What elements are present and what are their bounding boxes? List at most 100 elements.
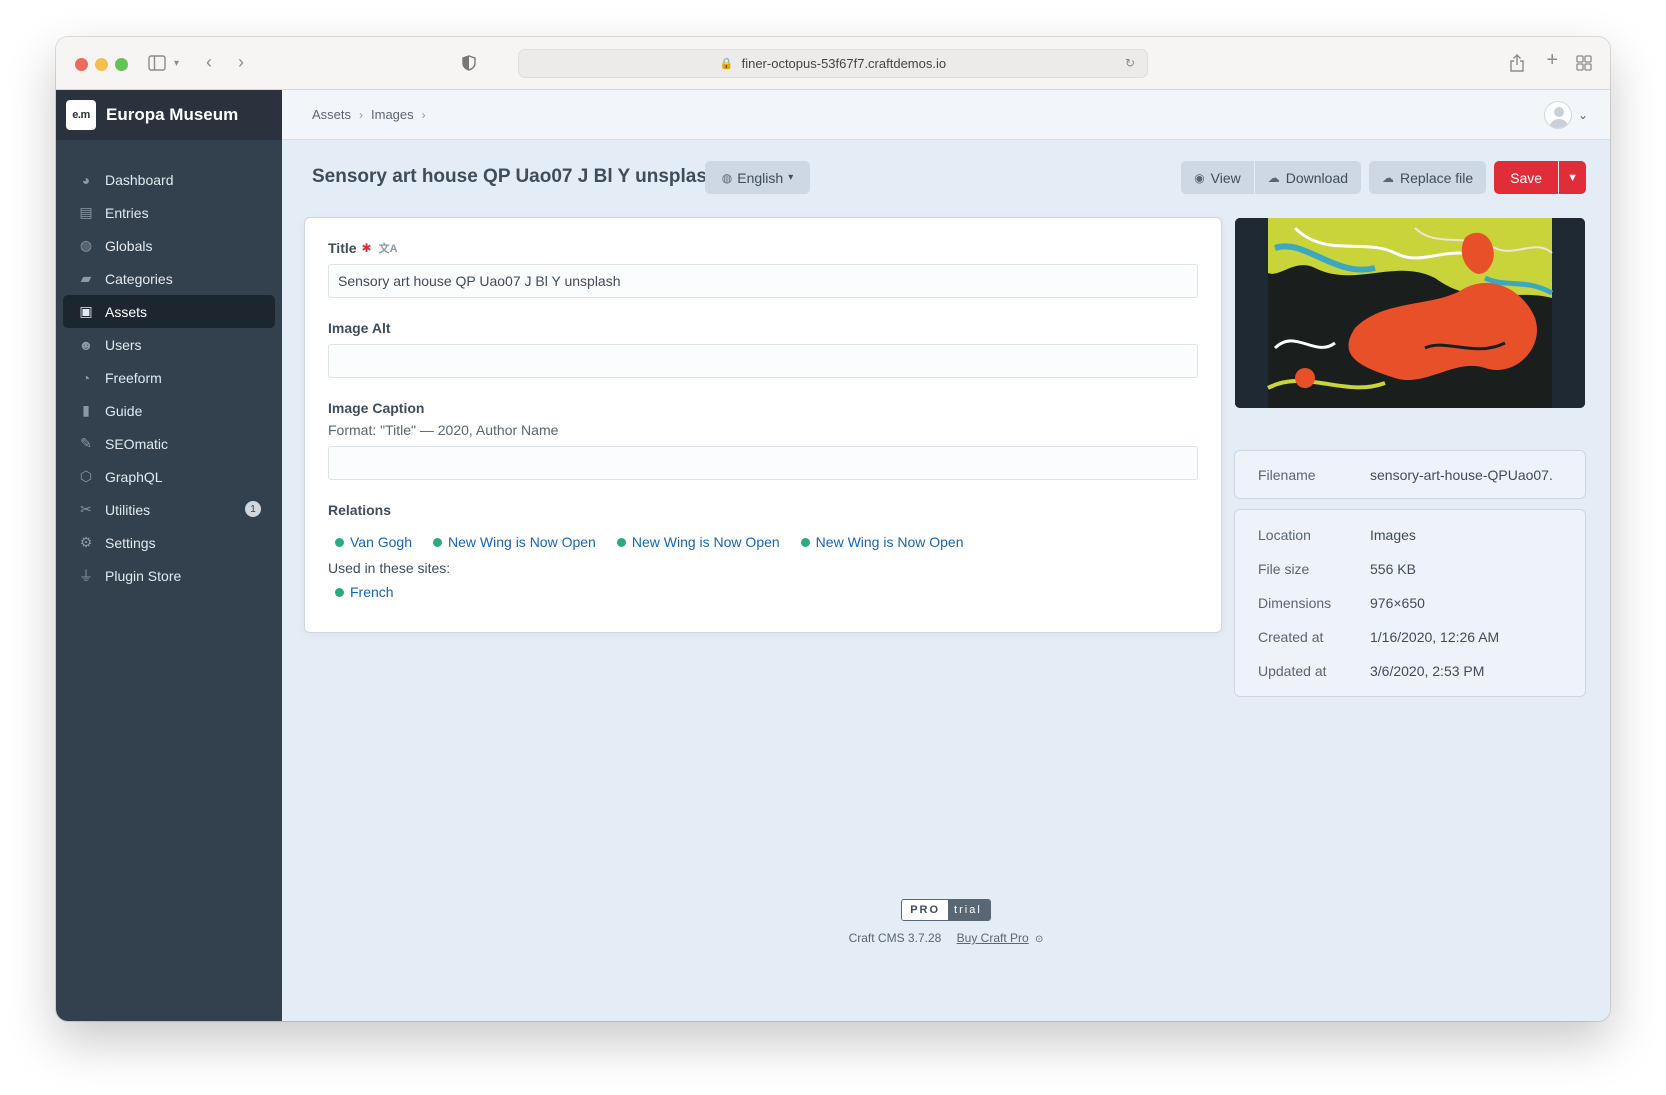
asset-preview[interactable] <box>1235 218 1585 408</box>
chevron-down-icon: ▾ <box>788 172 794 183</box>
relation-label: Van Gogh <box>350 534 413 550</box>
nav-label: Dashboard <box>105 171 174 188</box>
main-nav: ◕ Dashboard ▤ Entries ◍ Globals ▰ Catego… <box>56 140 282 592</box>
breadcrumb-images[interactable]: Images <box>371 107 414 122</box>
nav-item-graphql[interactable]: ⬡ GraphQL <box>63 460 275 493</box>
image-caption-field: Image Caption Format: "Title" — 2020, Au… <box>328 400 1198 480</box>
globe-icon: ◍ <box>79 237 93 253</box>
nav-item-users[interactable]: ☻ Users <box>63 328 275 361</box>
relation-label: New Wing is Now Open <box>448 534 596 550</box>
nav-item-categories[interactable]: ▰ Categories <box>63 262 275 295</box>
site-brand[interactable]: e.m Europa Museum <box>56 90 282 140</box>
meta-value: 1/16/2020, 12:26 AM <box>1370 629 1500 645</box>
nav-label: SEOmatic <box>105 435 169 452</box>
caption-instructions: Format: "Title" — 2020, Author Name <box>328 422 559 438</box>
status-dot <box>433 537 443 547</box>
meta-label: Updated at <box>1258 663 1327 679</box>
breadcrumb-separator-icon: › <box>359 107 364 122</box>
users-icon: ☻ <box>78 336 94 353</box>
relation-link[interactable]: New Wing is Now Open <box>610 534 780 550</box>
nav-item-globals[interactable]: ◍ Globals <box>63 229 275 262</box>
nav-item-entries[interactable]: ▤ Entries <box>63 196 275 229</box>
relation-link[interactable]: Van Gogh <box>328 534 412 550</box>
save-button[interactable]: Save <box>1494 161 1559 194</box>
close-window-button[interactable] <box>75 58 88 71</box>
user-menu[interactable]: ⌄ <box>1543 101 1588 129</box>
sidebar: e.m Europa Museum ◕ Dashboard ▤ Entries … <box>56 90 282 1021</box>
relation-label: New Wing is Now Open <box>631 534 780 550</box>
filename-card: Filename sensory-art-house-QPUao07. <box>1235 451 1585 498</box>
page-header: Sensory art house QP Uao07 J Bl Y unspla… <box>282 140 1610 218</box>
filename-value[interactable]: sensory-art-house-QPUao07. <box>1370 467 1553 483</box>
view-label: View <box>1210 169 1241 186</box>
footer-version-line: Craft CMS 3.7.28 Buy Craft Pro ⊙ <box>282 931 1610 945</box>
share-icon[interactable] <box>1510 54 1524 76</box>
meta-row-updated: Updated at 3/6/2020, 2:53 PM <box>1235 654 1585 688</box>
nav-item-dashboard[interactable]: ◕ Dashboard <box>63 163 275 196</box>
relation-link[interactable]: New Wing is Now Open <box>426 534 596 550</box>
reload-icon[interactable]: ↻ <box>1125 56 1135 70</box>
title-input[interactable]: Sensory art house QP Uao07 J Bl Y unspla… <box>328 264 1198 298</box>
minimize-window-button[interactable] <box>95 58 108 71</box>
forward-icon[interactable]: › <box>238 53 244 71</box>
save-options-button[interactable]: ▼ <box>1559 161 1586 194</box>
nav-item-seomatic[interactable]: ✎ SEOmatic <box>63 427 275 460</box>
shield-icon[interactable] <box>462 55 476 75</box>
globe-icon: ◍ <box>721 170 733 185</box>
filename-label: Filename <box>1258 466 1316 483</box>
nav-item-freeform[interactable]: ◔ Freeform <box>63 361 275 394</box>
translate-icon: 文A <box>378 243 398 255</box>
site-link[interactable]: French <box>328 584 394 600</box>
image-alt-input[interactable] <box>328 344 1198 378</box>
nav-label: Utilities <box>105 501 151 518</box>
nav-item-guide[interactable]: ▮ Guide <box>63 394 275 427</box>
nav-item-plugin-store[interactable]: ⏚ Plugin Store <box>63 559 275 592</box>
plug-icon: ⏚ <box>79 567 93 584</box>
cms-version: Craft CMS 3.7.28 <box>848 931 942 945</box>
site-selector-label: English <box>737 169 784 186</box>
nav-item-utilities[interactable]: ✂ Utilities 1 <box>63 493 275 526</box>
title-field: Title ✱ 文A Sensory art house QP Uao07 J … <box>328 240 1198 298</box>
chevron-down-icon: ⌄ <box>1577 108 1588 122</box>
main-content: Assets › Images › ⌄ Sensory art house QP… <box>282 90 1610 1021</box>
replace-file-button[interactable]: ☁ Replace file <box>1369 161 1487 194</box>
buy-craft-pro-link[interactable]: Buy Craft Pro <box>957 931 1029 945</box>
graphql-icon: ⬡ <box>79 468 93 484</box>
site-selector-button[interactable]: ◍ English ▾ <box>705 161 810 194</box>
relation-label: New Wing is Now Open <box>815 534 964 550</box>
chevron-down-icon[interactable]: ▾ <box>174 56 179 72</box>
nav-item-settings[interactable]: ⚙ Settings <box>63 526 275 559</box>
zoom-window-button[interactable] <box>115 58 128 71</box>
breadcrumb-bar: Assets › Images › ⌄ <box>282 90 1610 140</box>
sites-list: French <box>328 584 1198 600</box>
relation-link[interactable]: New Wing is Now Open <box>794 534 964 550</box>
asset-meta-card: Location Images File size 556 KB Dimensi… <box>1235 510 1585 696</box>
breadcrumb-assets[interactable]: Assets <box>312 107 351 122</box>
info-icon[interactable]: ⊙ <box>1035 934 1043 945</box>
field-label: Title ✱ 文A <box>328 240 1198 256</box>
nav-label: Categories <box>105 270 173 287</box>
tab-overview-icon[interactable] <box>1576 55 1592 75</box>
breadcrumb-separator-icon: › <box>421 107 426 122</box>
image-alt-field: Image Alt <box>328 320 1198 378</box>
image-alt-label: Image Alt <box>328 320 391 336</box>
nav-item-assets[interactable]: ▣ Assets <box>63 295 275 328</box>
download-button[interactable]: ☁ Download <box>1254 161 1362 194</box>
nav-label: Users <box>105 336 142 353</box>
image-caption-label: Image Caption <box>328 400 425 416</box>
browser-toolbar: ▾ ‹ › 🔒 finer-octopus-53f67f7.craftdemos… <box>56 37 1610 90</box>
new-tab-icon[interactable]: + <box>1546 50 1558 70</box>
view-button[interactable]: ◉ View <box>1181 161 1254 194</box>
relations-label: Relations <box>328 502 392 518</box>
footer: PRO trial Craft CMS 3.7.28 Buy Craft Pro… <box>282 899 1610 945</box>
image-icon: ▣ <box>79 303 93 319</box>
seomatic-icon: ✎ <box>80 435 92 451</box>
title-label: Title <box>328 240 357 256</box>
edition-badge: PRO trial <box>901 899 991 921</box>
meta-row-created: Created at 1/16/2020, 12:26 AM <box>1235 620 1585 654</box>
back-icon[interactable]: ‹ <box>206 53 212 71</box>
address-bar[interactable]: 🔒 finer-octopus-53f67f7.craftdemos.io ↻ <box>518 49 1148 78</box>
sidebar-toggle-icon[interactable] <box>148 55 166 75</box>
image-caption-input[interactable] <box>328 446 1198 480</box>
site-label: French <box>350 584 394 600</box>
